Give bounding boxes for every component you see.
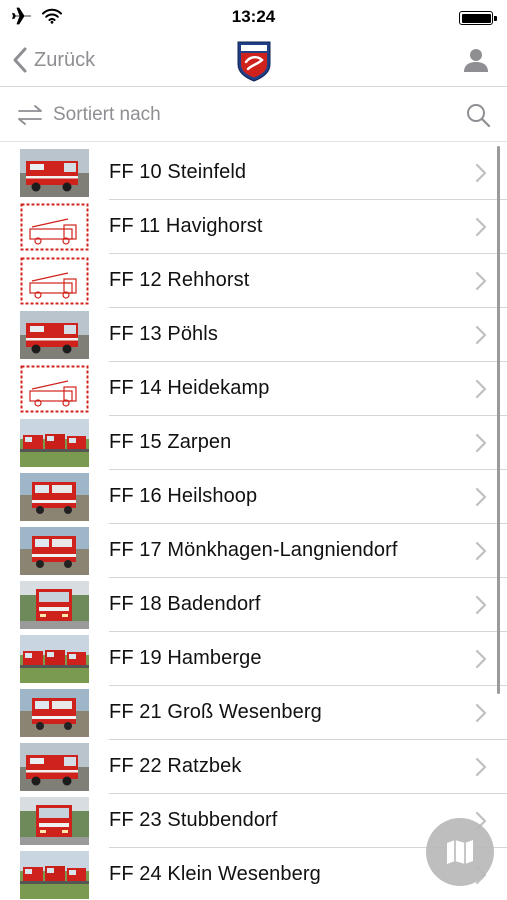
station-thumbnail (20, 365, 89, 413)
station-name: FF 19 Hamberge (109, 647, 262, 669)
list-item[interactable]: FF 17 Mönkhagen-Langniendorf (0, 524, 507, 578)
map-button[interactable] (426, 818, 494, 886)
chevron-right-icon (475, 487, 487, 507)
station-name: FF 15 Zarpen (109, 431, 232, 453)
station-name: FF 13 Pöhls (109, 323, 218, 345)
scrollbar[interactable] (497, 146, 500, 694)
list-item[interactable]: FF 10 Steinfeld (0, 146, 507, 200)
station-list: FF 10 Steinfeld FF 11 Havighorst FF 12 Reh… (0, 146, 507, 900)
station-name: FF 17 Mönkhagen-Langniendorf (109, 539, 398, 561)
station-thumbnail (20, 311, 89, 359)
list-item[interactable]: FF 13 Pöhls (0, 308, 507, 362)
chevron-left-icon (13, 47, 27, 73)
back-button[interactable]: Zurück (10, 46, 95, 74)
map-icon (447, 840, 473, 864)
status-time: 13:24 (231, 7, 276, 26)
swap-arrows-icon[interactable] (16, 104, 44, 126)
chevron-right-icon (475, 217, 487, 237)
search-icon[interactable] (465, 102, 491, 128)
station-thumbnail (20, 743, 89, 791)
chevron-right-icon (475, 433, 487, 453)
station-name: FF 10 Steinfeld (109, 161, 247, 183)
station-name: FF 22 Ratzbek (109, 755, 242, 777)
station-thumbnail (20, 689, 89, 737)
back-label: Zurück (34, 48, 96, 71)
chevron-right-icon (475, 379, 487, 399)
list-item[interactable]: FF 19 Hamberge (0, 632, 507, 686)
station-thumbnail (20, 527, 89, 575)
fire-department-crest-icon (237, 41, 271, 82)
list-item[interactable]: FF 11 Havighorst (0, 200, 507, 254)
station-thumbnail (20, 419, 89, 467)
chevron-right-icon (475, 541, 487, 561)
station-name: FF 18 Badendorf (109, 593, 261, 615)
list-item[interactable]: FF 18 Badendorf (0, 578, 507, 632)
station-thumbnail (20, 581, 89, 629)
station-thumbnail (20, 635, 89, 683)
list-item[interactable]: FF 14 Heidekamp (0, 362, 507, 416)
list-item[interactable]: FF 15 Zarpen (0, 416, 507, 470)
sort-label[interactable]: Sortiert nach (53, 104, 161, 126)
chevron-right-icon (475, 757, 487, 777)
station-name: FF 21 Groß Wesenberg (109, 701, 322, 723)
station-name: FF 24 Klein Wesenberg (109, 863, 321, 885)
person-icon[interactable] (463, 47, 489, 73)
battery-icon (459, 11, 497, 25)
chevron-right-icon (475, 163, 487, 183)
chevron-right-icon (475, 649, 487, 669)
station-name: FF 23 Stubbendorf (109, 809, 278, 831)
station-name: FF 14 Heidekamp (109, 377, 270, 399)
sort-bar[interactable]: Sortiert nach (0, 88, 507, 142)
station-thumbnail (20, 797, 89, 845)
list-item[interactable]: FF 16 Heilshoop (0, 470, 507, 524)
station-name: FF 11 Havighorst (109, 215, 263, 237)
list-item[interactable]: FF 22 Ratzbek (0, 740, 507, 794)
status-bar: 13:24 (0, 0, 507, 34)
station-thumbnail (20, 473, 89, 521)
chevron-right-icon (475, 595, 487, 615)
station-thumbnail (20, 203, 89, 251)
station-thumbnail (20, 257, 89, 305)
station-name: FF 12 Rehhorst (109, 269, 250, 291)
chevron-right-icon (475, 271, 487, 291)
station-thumbnail (20, 149, 89, 197)
chevron-right-icon (475, 325, 487, 345)
station-thumbnail (20, 851, 89, 899)
list-item[interactable]: FF 12 Rehhorst (0, 254, 507, 308)
navigation-bar: Zurück (0, 34, 507, 87)
list-item[interactable]: FF 21 Groß Wesenberg (0, 686, 507, 740)
chevron-right-icon (475, 703, 487, 723)
station-name: FF 16 Heilshoop (109, 485, 258, 507)
